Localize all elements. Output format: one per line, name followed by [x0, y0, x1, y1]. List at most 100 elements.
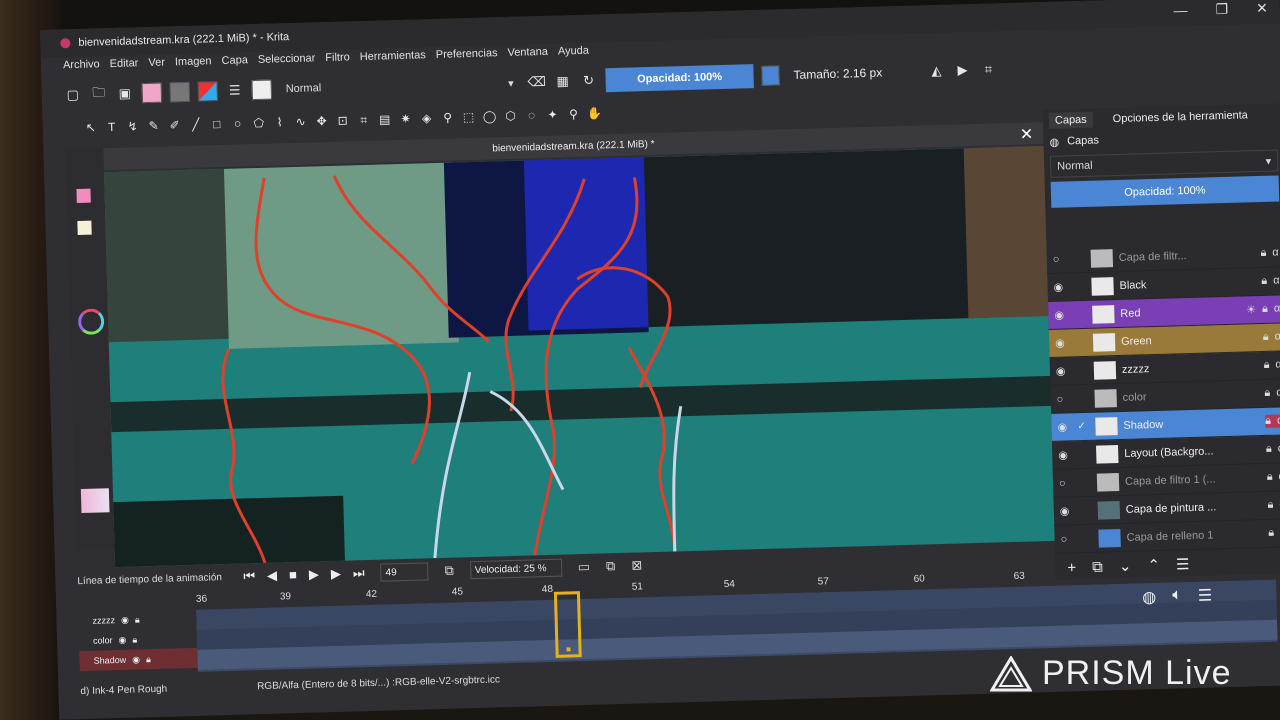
- freehand-brush-icon[interactable]: ✐: [167, 118, 183, 132]
- sun-icon[interactable]: ☀: [1246, 303, 1256, 316]
- tab-capas[interactable]: Capas: [1048, 111, 1093, 129]
- menu-seleccionar[interactable]: Seleccionar: [258, 52, 316, 72]
- fg-color-chip[interactable]: [76, 188, 91, 204]
- lock-icon[interactable]: 🔒︎: [135, 614, 140, 625]
- eye-icon[interactable]: ◉: [1053, 280, 1067, 294]
- alpha-icon[interactable]: α: [1276, 386, 1280, 399]
- maximize-button[interactable]: ❐: [1215, 1, 1228, 18]
- drop-frames-icon[interactable]: ⊠: [631, 557, 642, 573]
- fill-tool-icon[interactable]: ◈: [418, 111, 434, 125]
- minimize-button[interactable]: —: [1173, 2, 1187, 19]
- color-selector-icon[interactable]: [77, 308, 105, 336]
- brush-editor-icon[interactable]: ☰: [226, 81, 244, 99]
- eye-icon[interactable]: ◉: [1058, 448, 1072, 461]
- stop-icon[interactable]: ■: [289, 567, 297, 583]
- visibility-icon[interactable]: ◉: [118, 634, 126, 645]
- layer-blend-select[interactable]: Normal ▾: [1049, 149, 1279, 178]
- hidden-eye-icon[interactable]: ○: [1060, 533, 1074, 545]
- play-icon[interactable]: ▶: [309, 566, 319, 582]
- alpha-icon[interactable]: α: [1275, 330, 1280, 343]
- menu-imagen[interactable]: Imagen: [175, 55, 212, 74]
- new-document-icon[interactable]: ▢: [64, 86, 82, 104]
- copy-frames-icon[interactable]: ⧉: [606, 558, 616, 574]
- lock-icon[interactable]: 🔒︎: [1260, 247, 1266, 260]
- lock-icon[interactable]: 🔒︎: [1267, 471, 1273, 484]
- rectangle-tool-icon[interactable]: □: [209, 117, 225, 131]
- eye-icon[interactable]: ◉: [1055, 336, 1069, 350]
- gradient-tool-icon[interactable]: ▤: [376, 112, 392, 126]
- layer-properties-icon[interactable]: ☰: [1176, 555, 1190, 573]
- crop-icon[interactable]: ⌗: [979, 60, 997, 78]
- brush-size-slider[interactable]: Tamaño: 2.16 px: [787, 60, 920, 86]
- alpha-icon[interactable]: α: [1275, 358, 1280, 371]
- calligraphy-icon[interactable]: ✎: [146, 119, 162, 133]
- eye-icon[interactable]: ◉: [1056, 364, 1070, 378]
- tab-opciones-herramienta[interactable]: Opciones de la herramienta: [1106, 107, 1254, 127]
- add-layer-icon[interactable]: +: [1067, 559, 1076, 576]
- menu-archivo[interactable]: Archivo: [63, 58, 100, 77]
- alpha-icon[interactable]: α: [1272, 247, 1279, 260]
- menu-ver[interactable]: Ver: [148, 57, 165, 75]
- alpha-icon[interactable]: α: [1274, 302, 1280, 315]
- timeline-settings-icon[interactable]: ⧉: [444, 563, 454, 579]
- open-folder-icon[interactable]: 🗀: [90, 84, 108, 103]
- waveform-icon[interactable]: ◍: [1142, 587, 1157, 607]
- pan-icon[interactable]: ✋: [586, 106, 602, 120]
- lock-icon[interactable]: 🔒︎: [1265, 415, 1271, 428]
- visibility-icon[interactable]: ◉: [132, 654, 140, 665]
- menu-preferencias[interactable]: Preferencias: [436, 47, 498, 67]
- visibility-icon[interactable]: ◉: [121, 614, 129, 625]
- lock-icon[interactable]: 🔒︎: [1261, 275, 1267, 288]
- close-icon[interactable]: ✕: [1020, 124, 1034, 144]
- ellipse-tool-icon[interactable]: ○: [229, 116, 245, 130]
- brush-preset-swatch[interactable]: [251, 79, 273, 101]
- crop-tool-icon[interactable]: ⌗: [355, 112, 371, 127]
- menu-editar[interactable]: Editar: [109, 57, 138, 76]
- save-icon[interactable]: ▣: [116, 84, 134, 102]
- transform-tool-icon[interactable]: ⊡: [334, 113, 350, 127]
- hidden-eye-icon[interactable]: ○: [1053, 253, 1067, 265]
- hidden-eye-icon[interactable]: ○: [1059, 477, 1073, 489]
- rect-select-icon[interactable]: ⬚: [460, 110, 476, 124]
- alpha-icon[interactable]: α: [1273, 274, 1280, 287]
- blend-mode-select[interactable]: Normal ▾: [279, 73, 519, 100]
- colorize-mask-icon[interactable]: ✷: [397, 112, 413, 126]
- eyedropper-icon[interactable]: ⚲: [439, 110, 455, 125]
- lock-icon[interactable]: 🔒︎: [1262, 303, 1268, 316]
- mirror-vertical-icon[interactable]: ▶: [953, 61, 971, 79]
- freehand-select-icon[interactable]: ◌: [523, 108, 539, 122]
- next-frame-icon[interactable]: ▶: [331, 566, 341, 582]
- timeline-layer-row[interactable]: Shadow ◉ 🔒︎: [79, 647, 198, 672]
- ellipse-select-icon[interactable]: ◯: [481, 109, 497, 123]
- duplicate-layer-icon[interactable]: ⧉: [1092, 558, 1103, 575]
- move-up-icon[interactable]: ⌃: [1147, 556, 1160, 574]
- lock-icon[interactable]: 🔒︎: [1263, 331, 1269, 344]
- bg-color-chip[interactable]: [77, 220, 92, 236]
- drawing-canvas[interactable]: [103, 145, 1060, 568]
- eye-icon[interactable]: ◉: [1060, 504, 1074, 517]
- prev-frame-icon[interactable]: ◀: [267, 568, 277, 584]
- lock-icon[interactable]: 🔒︎: [1264, 387, 1270, 400]
- lock-icon[interactable]: 🔒︎: [146, 654, 151, 665]
- fg-bg-color-swatch[interactable]: [197, 81, 219, 102]
- timeline-playhead[interactable]: [553, 591, 582, 658]
- close-window-button[interactable]: ✕: [1256, 0, 1268, 17]
- lock-icon[interactable]: 🔒︎: [1267, 499, 1273, 512]
- hidden-eye-icon[interactable]: ○: [1057, 393, 1071, 405]
- select-shapes-icon[interactable]: ↖: [83, 120, 99, 134]
- lock-icon[interactable]: 🔒︎: [1268, 527, 1274, 540]
- zoom-icon[interactable]: ⚲: [565, 107, 581, 121]
- alpha-lock-icon[interactable]: ▦: [553, 72, 571, 90]
- pattern-swatch[interactable]: [169, 81, 191, 103]
- onion-skin-icon[interactable]: ▭: [578, 559, 591, 575]
- menu-ventana[interactable]: Ventana: [507, 46, 548, 65]
- eraser-icon[interactable]: ⌫: [527, 73, 546, 91]
- speed-input[interactable]: Velocidad: 25 %: [469, 558, 563, 580]
- polygon-tool-icon[interactable]: ⬠: [250, 116, 266, 130]
- bezier-tool-icon[interactable]: ∿: [292, 115, 308, 129]
- eye-icon[interactable]: ◉: [1054, 308, 1068, 322]
- lock-icon[interactable]: 🔒︎: [1263, 359, 1269, 372]
- eye-icon[interactable]: ◉: [1057, 420, 1071, 433]
- menu-icon[interactable]: ☰: [1198, 585, 1213, 605]
- line-tool-icon[interactable]: ╱: [188, 117, 204, 132]
